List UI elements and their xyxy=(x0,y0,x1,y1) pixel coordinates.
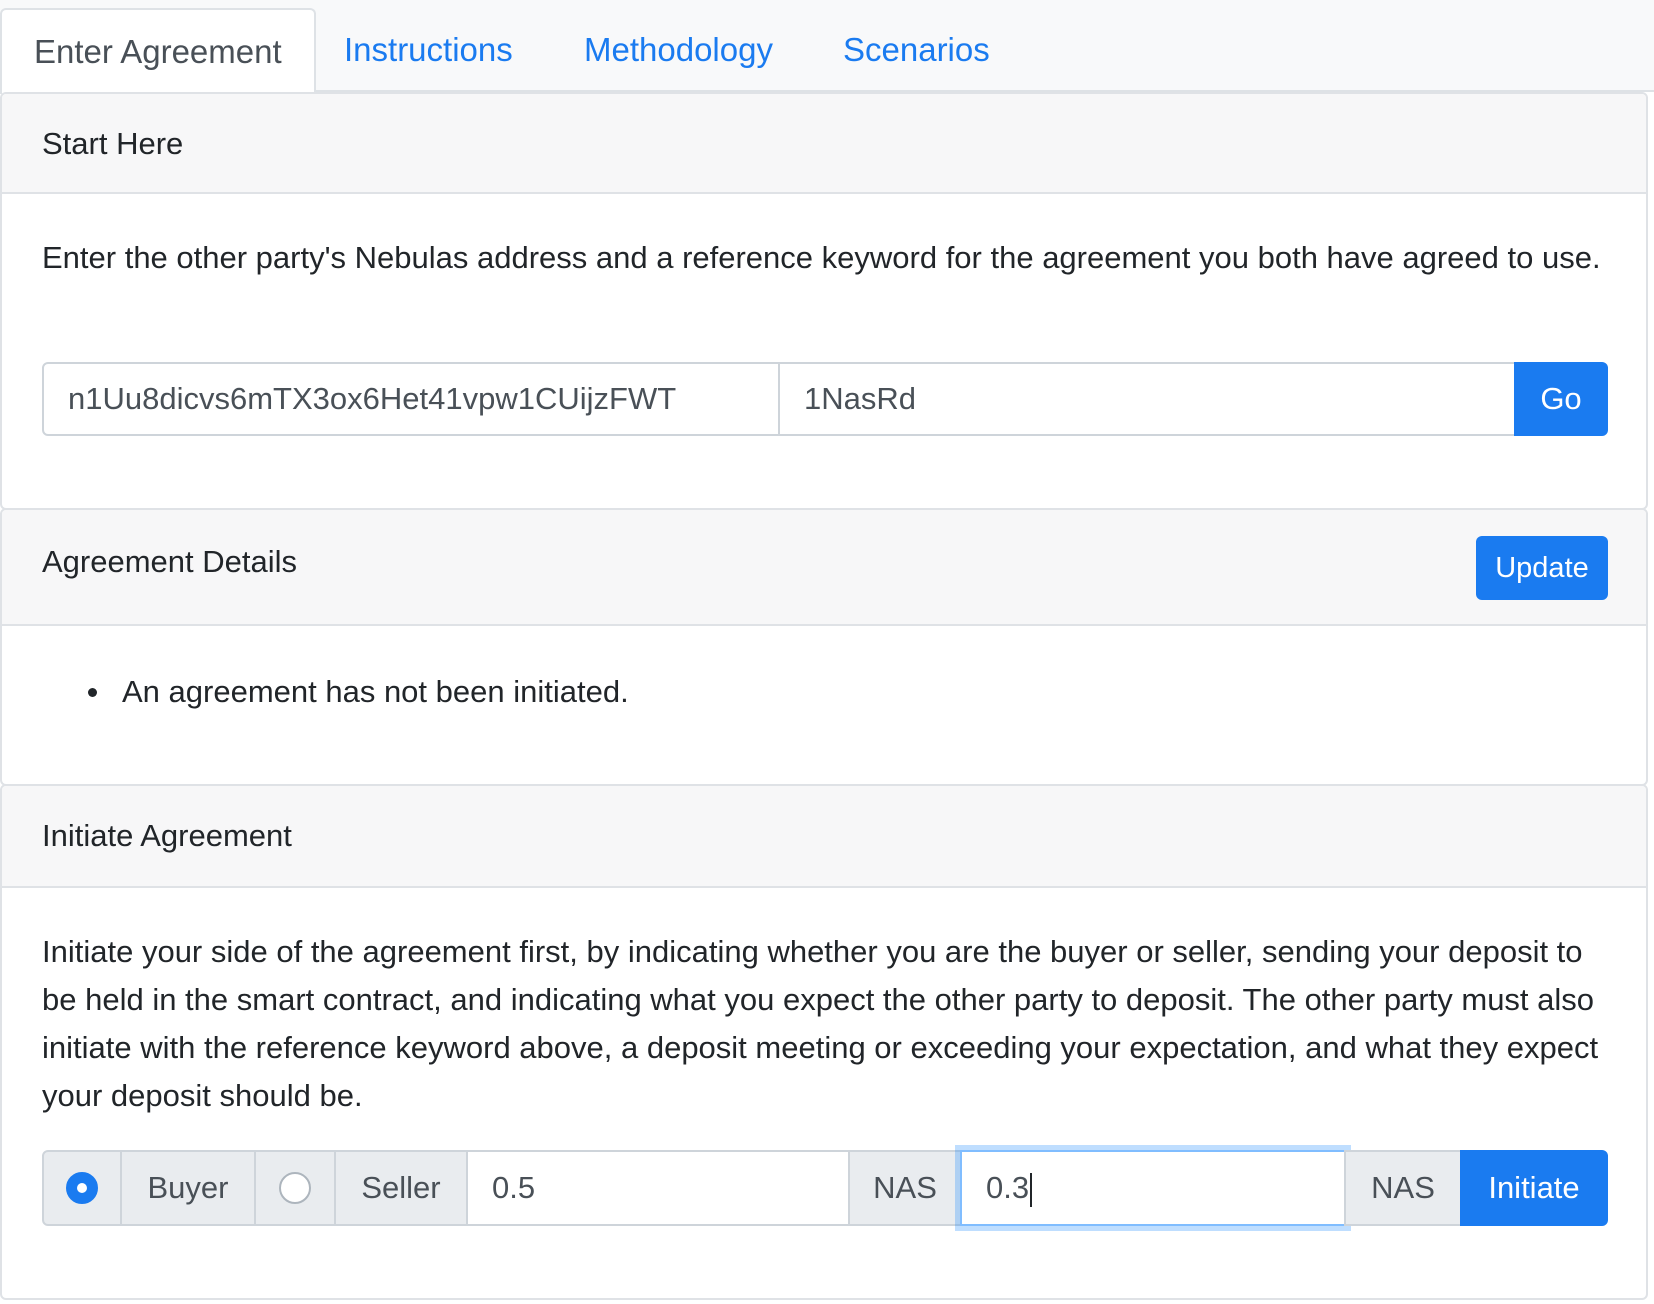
agreement-details-card: Agreement Details Update An agreement ha… xyxy=(0,508,1648,786)
go-button[interactable]: Go xyxy=(1514,362,1608,436)
initiate-agreement-header: Initiate Agreement xyxy=(2,786,1646,888)
seller-label: Seller xyxy=(334,1150,468,1226)
initiate-agreement-title: Initiate Agreement xyxy=(42,818,292,853)
initiate-description: Initiate your side of the agreement firs… xyxy=(42,934,1599,1113)
buyer-radio[interactable] xyxy=(66,1172,98,1204)
deposit-input[interactable] xyxy=(466,1150,850,1226)
expected-deposit-value: 0.3 xyxy=(986,1170,1030,1205)
buyer-radio-addon[interactable] xyxy=(42,1150,122,1226)
seller-radio-addon[interactable] xyxy=(254,1150,336,1226)
seller-radio[interactable] xyxy=(279,1172,311,1204)
buyer-label: Buyer xyxy=(120,1150,256,1226)
agreement-status-list: An agreement has not been initiated. xyxy=(82,668,629,716)
keyword-input[interactable] xyxy=(778,362,1516,436)
agreement-details-title: Agreement Details xyxy=(42,544,298,579)
tab-scenarios[interactable]: Scenarios xyxy=(843,8,990,92)
tab-enter-agreement[interactable]: Enter Agreement xyxy=(0,8,316,94)
deposit-unit: NAS xyxy=(848,1150,962,1226)
text-caret xyxy=(1030,1172,1033,1207)
expected-unit: NAS xyxy=(1344,1150,1462,1226)
initiate-button[interactable]: Initiate xyxy=(1460,1150,1608,1226)
start-here-description: Enter the other party's Nebulas address … xyxy=(42,240,1601,275)
update-button[interactable]: Update xyxy=(1476,536,1608,600)
expected-deposit-input[interactable]: 0.3 xyxy=(960,1150,1346,1226)
tab-instructions[interactable]: Instructions xyxy=(344,8,513,92)
start-here-header: Start Here xyxy=(2,94,1646,194)
nav-tabs: Enter Agreement Instructions Methodology… xyxy=(0,0,1654,94)
list-item: An agreement has not been initiated. xyxy=(82,668,629,716)
initiate-agreement-card: Initiate Agreement Initiate your side of… xyxy=(0,784,1648,1300)
start-here-card: Start Here Enter the other party's Nebul… xyxy=(0,92,1648,510)
address-input[interactable] xyxy=(42,362,780,436)
agreement-details-header: Agreement Details Update xyxy=(2,510,1646,626)
start-here-title: Start Here xyxy=(42,126,184,161)
tab-methodology[interactable]: Methodology xyxy=(584,8,773,92)
